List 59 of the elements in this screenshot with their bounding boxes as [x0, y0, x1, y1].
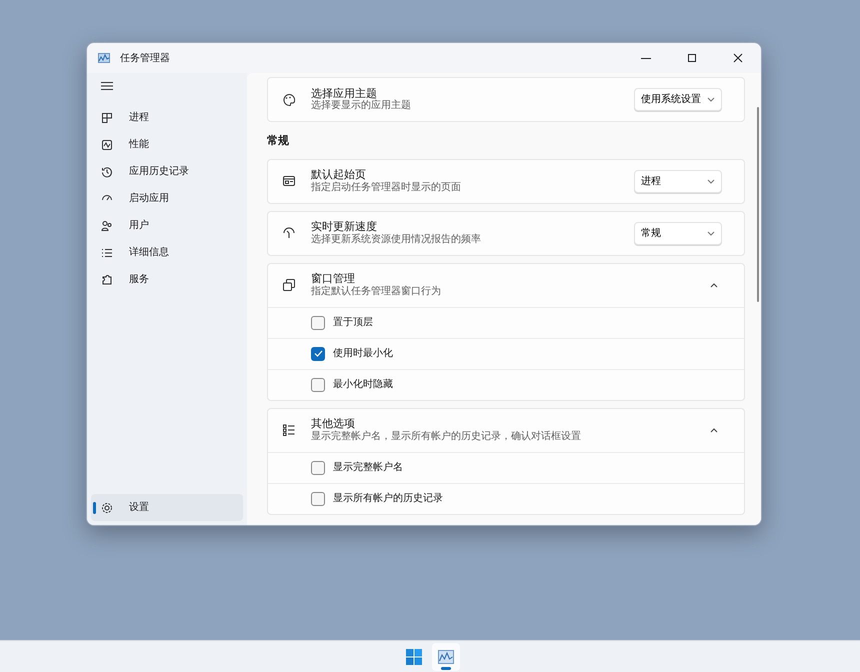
checkbox[interactable] — [311, 378, 325, 392]
windows-stack-icon — [282, 278, 296, 292]
nav-item[interactable]: 用户 — [91, 212, 243, 239]
setting-title: 窗口管理 — [311, 272, 356, 286]
close-icon — [733, 53, 743, 63]
setting-description: 显示完整帐户名，显示所有帐户的历史记录，确认对话框设置 — [311, 430, 581, 443]
nav-item[interactable]: 进程 — [91, 104, 243, 131]
nav-item[interactable]: 性能 — [91, 131, 243, 158]
grid-icon — [101, 112, 113, 124]
checkbox-label: 显示完整帐户名 — [333, 460, 403, 475]
setting-title: 实时更新速度 — [311, 220, 378, 234]
checkbox[interactable] — [311, 492, 325, 506]
dropdown[interactable]: 使用系统设置 — [634, 88, 722, 111]
chevron-up-icon — [710, 282, 718, 288]
setting-description: 指定默认任务管理器窗口行为 — [311, 286, 441, 298]
list-icon — [101, 246, 113, 258]
people-icon — [101, 220, 113, 232]
list-icon — [282, 423, 296, 437]
setting-title: 其他选项 — [311, 417, 356, 430]
chart-icon — [101, 138, 113, 150]
checkmark-icon — [314, 350, 322, 357]
nav-item[interactable]: 启动应用 — [91, 185, 243, 212]
history-icon — [101, 166, 113, 178]
setting-description: 选择更新系统资源使用情况报告的频率 — [311, 234, 481, 246]
maximize-icon — [687, 53, 697, 63]
checkbox-label: 使用时最小化 — [333, 346, 393, 361]
checkbox[interactable] — [311, 316, 325, 330]
windows-logo-icon — [406, 648, 422, 664]
nav-item[interactable]: 应用历史记录 — [91, 158, 243, 185]
section-heading: 常规 — [267, 133, 290, 149]
scrollbar[interactable] — [757, 107, 759, 302]
checkbox-label: 显示所有帐户的历史记录 — [333, 492, 443, 506]
checkbox[interactable] — [311, 460, 325, 474]
chevron-up-icon — [710, 428, 718, 432]
nav-item[interactable]: 详细信息 — [91, 239, 243, 266]
chevron-down-icon — [707, 97, 715, 102]
taskbar-button[interactable] — [432, 642, 460, 670]
checkbox-label: 最小化时隐藏 — [333, 378, 393, 392]
checkbox[interactable] — [311, 346, 325, 360]
dropdown[interactable]: 进程 — [634, 170, 722, 192]
chart-window-icon — [438, 650, 454, 664]
dropdown[interactable]: 常规 — [634, 222, 722, 244]
setting-description: 选择要显示的应用主题 — [311, 100, 411, 112]
puzzle-icon — [101, 274, 113, 286]
app-icon — [98, 53, 110, 63]
setting-title: 默认起始页 — [311, 168, 367, 182]
setting-description: 指定启动任务管理器时显示的页面 — [311, 182, 461, 194]
setting-title: 选择应用主题 — [311, 86, 377, 100]
window-title: 任务管理器 — [120, 52, 170, 66]
chevron-down-icon — [707, 230, 715, 236]
nav-item[interactable]: 设置 — [91, 494, 243, 521]
gear-icon — [101, 502, 113, 514]
chevron-down-icon — [707, 178, 715, 184]
window-icon — [282, 174, 296, 188]
palette-icon — [282, 92, 296, 106]
checkbox-label: 置于顶层 — [333, 316, 373, 330]
menu-icon — [101, 81, 113, 92]
gauge-icon — [282, 226, 296, 240]
nav-item[interactable]: 服务 — [91, 266, 243, 293]
